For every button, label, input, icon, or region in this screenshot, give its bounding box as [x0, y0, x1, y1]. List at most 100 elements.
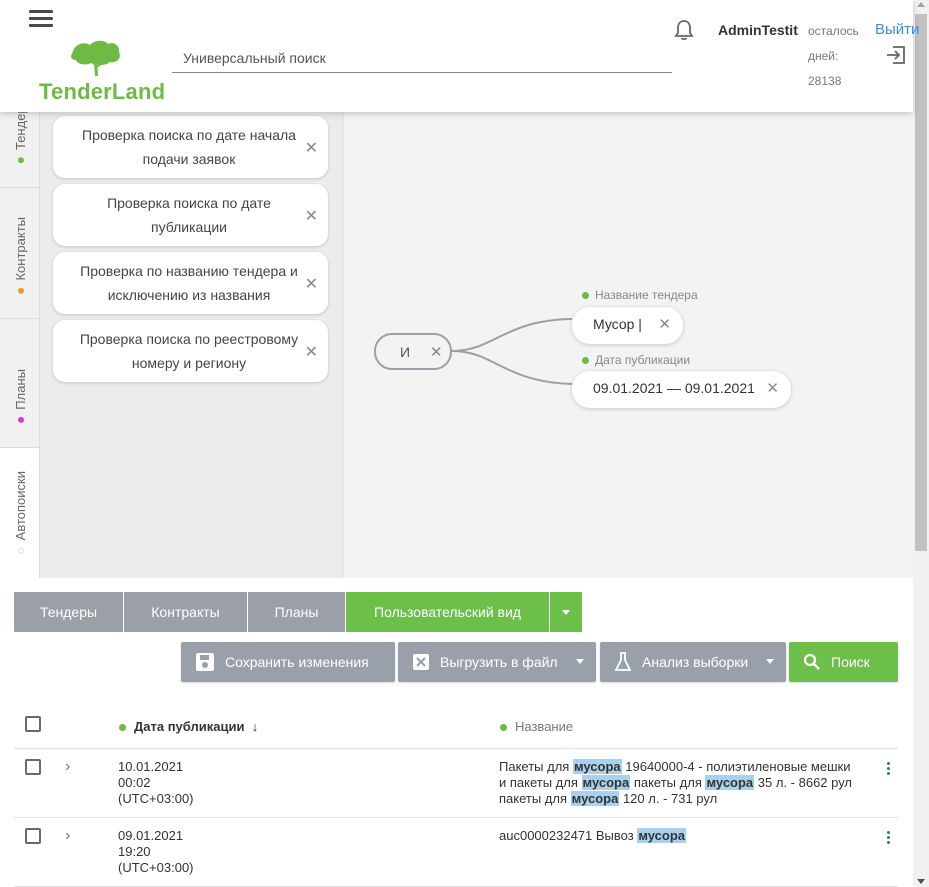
results-table-header: Дата публикации ↓ Название: [14, 706, 898, 749]
search-button[interactable]: Поиск: [789, 642, 898, 682]
chevron-down-icon[interactable]: [766, 659, 774, 664]
analyze-selection-button[interactable]: Анализ выборки: [600, 642, 786, 682]
tab-plans[interactable]: Планы: [0, 319, 40, 448]
save-changes-button[interactable]: Сохранить изменения: [181, 642, 395, 682]
days-left: осталось дней: 28138: [808, 19, 868, 94]
days-left-label: осталось дней:: [808, 24, 859, 63]
username[interactable]: AdminTestit: [718, 22, 798, 38]
saved-search-label: Проверка поиска по дате публикации: [107, 195, 271, 235]
saved-search-label: Проверка поиска по реестровому номеру и …: [79, 331, 299, 371]
operator-label: И: [400, 344, 411, 360]
search-label: Поиск: [831, 654, 870, 670]
scroll-thumb[interactable]: [915, 14, 927, 551]
condition-field-label: Дата публикации: [582, 353, 690, 367]
row-title[interactable]: Пакеты для мусора 19640000-4 - полиэтиле…: [499, 759, 859, 807]
column-title[interactable]: Название: [500, 719, 573, 734]
app-header: TenderLand AdminTestit осталось дней: 28…: [0, 0, 919, 112]
search-input[interactable]: [172, 44, 672, 72]
saved-search-label: Проверка по названию тендера и исключени…: [80, 263, 298, 303]
close-icon[interactable]: ✕: [305, 206, 318, 226]
chevron-down-icon[interactable]: [576, 659, 584, 664]
condition-value-chip[interactable]: 09.01.2021 — 09.01.2021 ✕: [572, 371, 791, 408]
tab-plans-label: Планы: [13, 369, 28, 410]
select-all-checkbox[interactable]: [25, 716, 41, 732]
close-icon[interactable]: ✕: [305, 138, 318, 158]
condition-value-chip[interactable]: Мусор | ✕: [572, 307, 683, 344]
row-date: 09.01.2021 19:20 (UTC+03:00): [118, 828, 194, 875]
brand-logo[interactable]: TenderLand: [39, 79, 165, 105]
notifications-bell-icon[interactable]: [673, 19, 695, 46]
search-highlight: мусора: [572, 759, 622, 774]
search-highlight: мусора: [637, 828, 687, 843]
contracts-dot-icon: [18, 288, 24, 294]
close-icon[interactable]: ✕: [766, 379, 779, 397]
row-title[interactable]: auc0000232471 Вывоз мусора: [499, 828, 859, 844]
plans-dot-icon: [18, 417, 24, 423]
table-row[interactable]: › 09.01.2021 19:20 (UTC+03:00) auc000023…: [14, 818, 898, 887]
condition-value[interactable]: Мусор |: [593, 316, 642, 332]
logo-tree-icon: [70, 36, 122, 83]
saved-search-item[interactable]: Проверка по названию тендера и исключени…: [53, 252, 328, 314]
saved-search-item[interactable]: Проверка поиска по реестровому номеру и …: [53, 320, 328, 382]
save-changes-label: Сохранить изменения: [225, 654, 369, 670]
chevron-down-icon: [562, 609, 570, 615]
tab-contracts-label: Контракты: [13, 217, 28, 281]
search-icon: [803, 653, 821, 671]
search-highlight: мусора: [581, 775, 631, 790]
analyze-selection-label: Анализ выборки: [642, 654, 749, 670]
autosearch-dot-icon: [18, 548, 24, 554]
table-row[interactable]: › 10.01.2021 00:02 (UTC+03:00) Пакеты дл…: [14, 749, 898, 818]
view-tab-dropdown[interactable]: [550, 592, 582, 632]
logout-link[interactable]: Выйти: [875, 21, 919, 38]
column-dot-icon: [119, 724, 126, 731]
operator-node[interactable]: И ✕: [374, 333, 452, 370]
page-scrollbar[interactable]: [913, 0, 929, 887]
view-tab-tenders[interactable]: Тендеры: [14, 592, 123, 632]
search-highlight: мусора: [705, 775, 755, 790]
saved-search-item[interactable]: Проверка поиска по дате начала подачи за…: [53, 116, 328, 178]
menu-icon[interactable]: [29, 10, 53, 30]
condition-value[interactable]: 09.01.2021 — 09.01.2021: [593, 380, 755, 396]
view-tab-contracts[interactable]: Контракты: [124, 592, 247, 632]
row-date: 10.01.2021 00:02 (UTC+03:00): [118, 759, 194, 806]
row-checkbox[interactable]: [25, 828, 41, 844]
tab-autosearch-label: Автопоиски: [13, 471, 28, 541]
more-options-icon[interactable]: [885, 831, 891, 846]
sort-arrow-icon[interactable]: ↓: [252, 719, 259, 734]
chevron-right-icon[interactable]: ›: [65, 758, 70, 776]
field-dot-icon: [582, 357, 589, 364]
column-date[interactable]: Дата публикации ↓: [119, 719, 258, 734]
scroll-up-arrow-icon[interactable]: [917, 2, 925, 7]
days-left-value: 28138: [808, 74, 842, 88]
tab-contracts[interactable]: Контракты: [0, 188, 40, 319]
section-tabs: Тендеры Контракты Планы Автопоиски: [0, 92, 40, 578]
close-icon[interactable]: ✕: [430, 343, 443, 361]
row-checkbox[interactable]: [25, 759, 41, 775]
save-icon: [195, 652, 215, 672]
query-builder-canvas: И ✕ Название тендера Мусор | ✕ Дата публ…: [342, 112, 913, 578]
flask-icon: [614, 652, 632, 672]
export-file-label: Выгрузить в файл: [440, 654, 558, 670]
close-icon[interactable]: ✕: [305, 274, 318, 294]
close-icon[interactable]: ✕: [305, 342, 318, 362]
view-tab-custom[interactable]: Пользовательский вид: [346, 592, 549, 632]
logout-icon[interactable]: [885, 45, 907, 70]
universal-search: [172, 44, 672, 73]
tab-autosearch[interactable]: Автопоиски: [0, 448, 40, 578]
saved-search-item[interactable]: Проверка поиска по дате публикации ✕: [53, 184, 328, 246]
column-dot-icon: [500, 724, 507, 731]
view-tab-plans[interactable]: Планы: [248, 592, 345, 632]
export-file-button[interactable]: Выгрузить в файл: [398, 642, 596, 682]
saved-search-label: Проверка поиска по дате начала подачи за…: [82, 127, 296, 167]
view-tabs: Тендеры Контракты Планы Пользовательский…: [14, 592, 583, 632]
saved-searches-panel: Проверка поиска по дате начала подачи за…: [40, 112, 342, 578]
search-highlight: мусора: [570, 791, 620, 806]
chevron-right-icon[interactable]: ›: [65, 827, 70, 845]
field-dot-icon: [582, 292, 589, 299]
tenders-dot-icon: [18, 157, 24, 163]
condition-field-label: Название тендера: [582, 288, 698, 302]
excel-file-icon: [412, 653, 430, 671]
close-icon[interactable]: ✕: [658, 315, 671, 333]
scroll-down-arrow-icon[interactable]: [917, 879, 925, 884]
more-options-icon[interactable]: [885, 762, 891, 777]
